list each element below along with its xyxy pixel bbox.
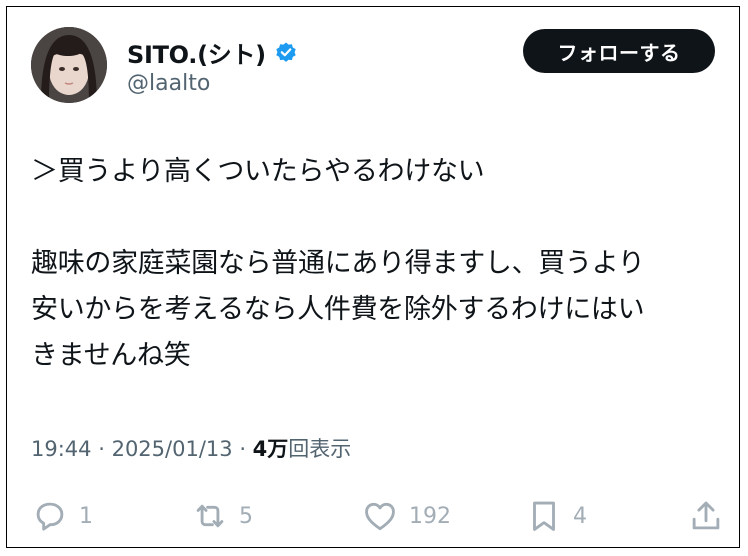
retweet-count: 5 xyxy=(239,503,253,529)
follow-button[interactable]: フォローする xyxy=(523,29,715,73)
reply-button[interactable]: 1 xyxy=(31,493,93,539)
like-button[interactable]: 192 xyxy=(361,493,451,539)
meta-separator: · xyxy=(98,437,112,461)
action-bar: 1 5 192 4 xyxy=(31,493,727,539)
tweet-card: SITO.(シト) @laalto フォローする ＞買うより高くついたらやるわけ… xyxy=(6,6,740,548)
reply-count: 1 xyxy=(79,503,93,529)
views-count: 4万 xyxy=(252,437,289,461)
reply-icon xyxy=(36,502,64,531)
tweet-time[interactable]: 19:44 xyxy=(31,437,92,461)
tweet-text: ＞買うより高くついたらやるわけない 趣味の家庭菜園なら普通にあり得ますし、買うよ… xyxy=(31,156,645,371)
retweet-button[interactable]: 5 xyxy=(191,493,253,539)
share-icon xyxy=(692,501,720,530)
display-name-text: SITO.(シト) xyxy=(127,41,266,69)
tweet-meta: 19:44 · 2025/01/13 · 4万回表示 xyxy=(31,433,351,463)
meta-separator: · xyxy=(239,437,253,461)
retweet-icon xyxy=(196,504,224,528)
bookmark-button[interactable]: 4 xyxy=(525,493,587,539)
tweet-date[interactable]: 2025/01/13 xyxy=(112,437,233,461)
bookmark-icon xyxy=(533,501,555,531)
display-name[interactable]: SITO.(シト) xyxy=(127,35,298,70)
share-button[interactable] xyxy=(687,493,725,539)
verified-badge-icon xyxy=(276,42,296,62)
user-handle[interactable]: @laalto xyxy=(127,71,210,96)
like-count: 192 xyxy=(409,503,451,529)
avatar-image xyxy=(31,27,107,103)
views-label: 回表示 xyxy=(288,437,352,461)
bookmark-count: 4 xyxy=(573,503,587,529)
heart-icon xyxy=(365,502,395,531)
avatar[interactable] xyxy=(31,27,107,103)
